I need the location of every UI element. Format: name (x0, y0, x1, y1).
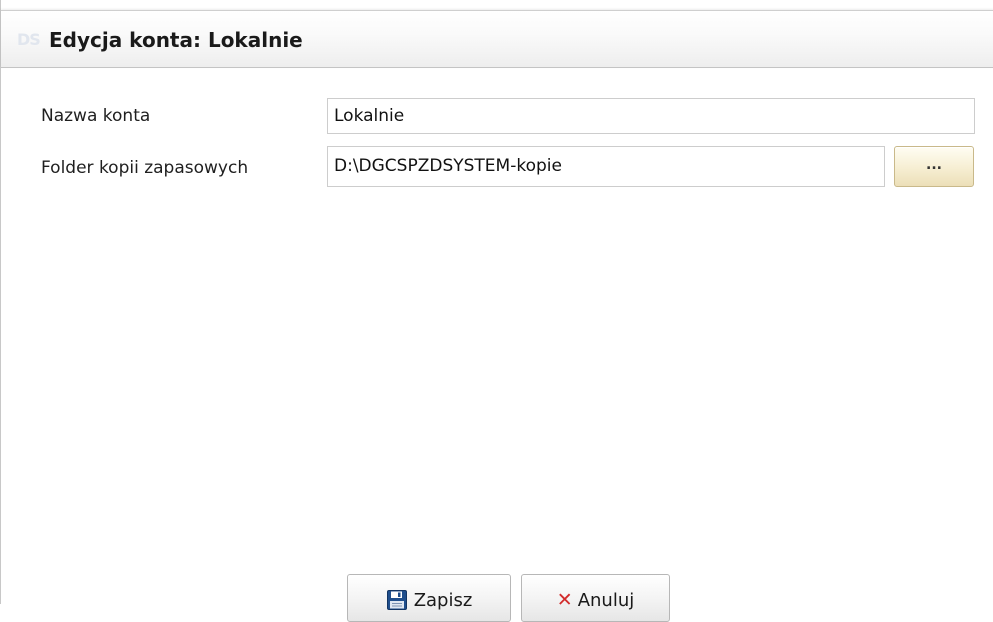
backup-folder-input[interactable]: D:\DGCSPZDSYSTEM-kopie (327, 146, 885, 187)
save-button[interactable]: Zapisz (347, 574, 511, 622)
account-name-input[interactable]: Lokalnie (327, 98, 975, 134)
app-logo-icon: DS (17, 30, 41, 49)
dialog-title: Edycja konta: Lokalnie (49, 28, 303, 52)
save-button-label: Zapisz (413, 589, 473, 611)
cancel-button[interactable]: ✕ Anuluj (521, 574, 670, 622)
close-icon: ✕ (556, 589, 573, 611)
cancel-button-label: Anuluj (577, 589, 635, 611)
floppy-disk-icon (386, 590, 407, 610)
window-top-edge (1, 0, 993, 10)
browse-folder-button[interactable]: ... (894, 146, 974, 187)
backup-folder-label: Folder kopii zapasowych (41, 158, 249, 178)
account-name-label: Nazwa konta (41, 106, 151, 126)
dialog-titlebar[interactable]: DS Edycja konta: Lokalnie (1, 10, 993, 68)
edit-account-dialog: DS Edycja konta: Lokalnie Nazwa konta Lo… (0, 0, 993, 622)
